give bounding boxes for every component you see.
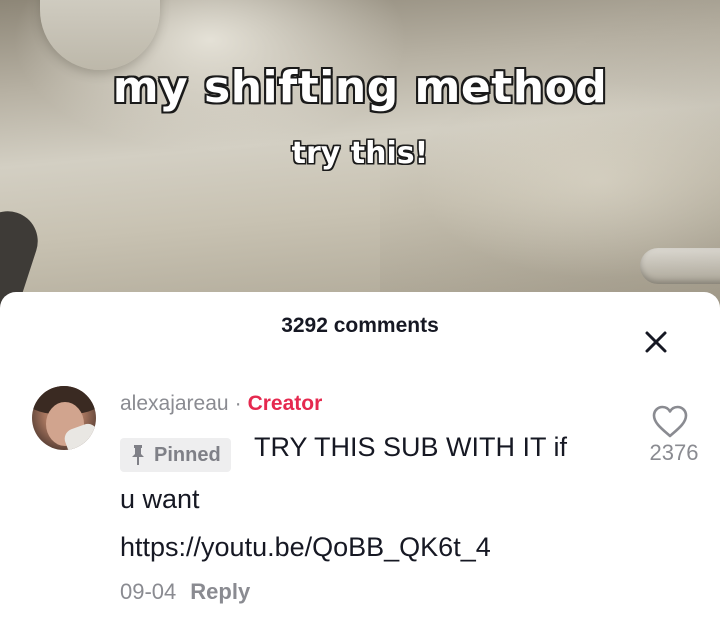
avatar[interactable] (32, 386, 96, 450)
comment-text-line-2: u want (120, 484, 200, 514)
like-button[interactable] (650, 404, 690, 440)
heart-outline-icon (652, 405, 688, 438)
video-overlay-subtitle: try this! (291, 136, 429, 171)
pinned-label: Pinned (154, 443, 221, 466)
comments-count-header: 3292 comments (281, 314, 439, 337)
video-background: my shifting method try this! (0, 0, 720, 310)
video-overlay-title: my shifting method (112, 62, 608, 113)
pinned-badge: Pinned (120, 438, 231, 472)
comment-author-row: alexajareau · Creator (120, 392, 322, 416)
close-button[interactable] (640, 326, 672, 358)
like-count: 2376 (649, 440, 699, 465)
reply-button[interactable]: Reply (190, 579, 250, 604)
creator-badge: Creator (247, 392, 323, 415)
comment-date: 09-04 (120, 579, 177, 604)
ceiling-handle-shape (40, 0, 160, 70)
separator-dot: · (234, 392, 242, 415)
close-icon (645, 331, 667, 353)
comments-sheet: 3292 comments alexajareau · Creator Pinned… (0, 292, 720, 630)
comment-username[interactable]: alexajareau (120, 392, 229, 415)
comment-text-line-1: TRY THIS SUB WITH IT if (254, 432, 568, 462)
pin-icon (132, 445, 144, 465)
comment-link[interactable]: https://youtu.be/QoBB_QK6t_4 (120, 532, 491, 563)
comment-meta-row: 09-04 Reply (120, 579, 250, 605)
